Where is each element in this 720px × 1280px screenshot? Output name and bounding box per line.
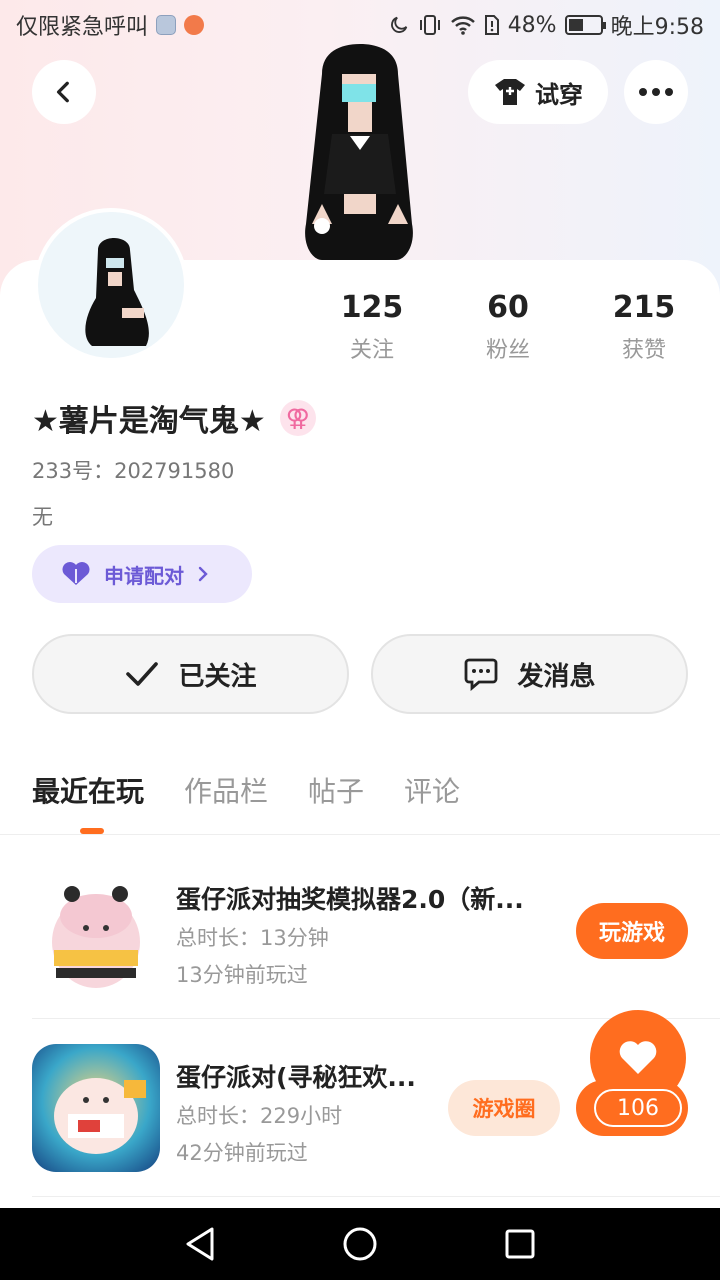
app-notification-icon (184, 15, 205, 35)
followed-label: 已关注 (178, 661, 257, 692)
user-id: 233号：202791580 (32, 455, 234, 485)
stat-likes-label: 获赞 (621, 338, 666, 363)
app-notification-icon (156, 15, 177, 35)
game-circle-button[interactable]: 游戏圈 (448, 1080, 560, 1136)
battery-percent: 48% (507, 12, 557, 38)
profile-tabs: 最近在玩 作品栏 帖子 评论 (32, 770, 460, 810)
triangle-back-icon (186, 1227, 214, 1261)
tshirt-icon (495, 79, 525, 105)
game-icon (32, 1044, 160, 1172)
stat-following[interactable]: 125 关注 (312, 290, 432, 364)
play-game-button[interactable]: 玩游戏 (576, 903, 688, 959)
game-duration: 总时长：229小时 (176, 1104, 343, 1128)
vibrate-icon (419, 15, 440, 35)
square-recents-icon (505, 1229, 535, 1259)
gender-icon: ⚢ (279, 400, 316, 436)
carrier-text: 仅限紧急呼叫 (16, 15, 149, 40)
apply-match-button[interactable]: 申请配对 (32, 545, 252, 603)
egg-character-bee-image (32, 872, 160, 1000)
game-title: 蛋仔派对抽奖模拟器2.0（新... (176, 885, 524, 914)
like-count: 106 (594, 1089, 682, 1127)
stat-followers-label: 粉丝 (485, 338, 530, 363)
stat-followers[interactable]: 60 粉丝 (448, 290, 568, 364)
user-bio: 无 (32, 505, 53, 529)
stat-following-value: 125 (340, 290, 404, 325)
battery-fill (568, 19, 583, 31)
try-on-label: 试穿 (535, 80, 583, 109)
wifi-icon (450, 16, 475, 35)
more-button[interactable] (624, 60, 688, 124)
username-row: ★薯片是淘气鬼★ ⚢ (32, 396, 316, 440)
stats-row: 125 关注 60 粉丝 215 获赞 (0, 290, 720, 370)
back-button[interactable] (32, 60, 96, 124)
checkmark-icon (126, 662, 159, 686)
sim-icon (484, 15, 499, 35)
user-id-label: 233号： (32, 459, 115, 483)
nav-back-button[interactable] (180, 1224, 220, 1264)
system-navigation-bar (0, 1208, 720, 1280)
stat-following-label: 关注 (349, 338, 394, 363)
stat-likes[interactable]: 215 获赞 (584, 290, 704, 364)
try-on-button[interactable]: 试穿 (468, 60, 608, 124)
circle-home-icon (343, 1227, 377, 1261)
game-last-played: 42分钟前玩过 (176, 1141, 308, 1165)
status-bar: 仅限紧急呼叫 48% 晚上9:58 (0, 0, 720, 50)
nav-home-button[interactable] (340, 1224, 380, 1264)
game-title: 蛋仔派对(寻秘狂欢... (176, 1063, 416, 1092)
egg-character-party-image (32, 1044, 160, 1172)
moon-icon (390, 16, 407, 33)
tab-posts[interactable]: 帖子 (308, 770, 364, 810)
nav-recents-button[interactable] (500, 1224, 540, 1264)
heart-icon (619, 1041, 657, 1074)
stat-likes-value: 215 (612, 290, 676, 325)
followed-button[interactable]: 已关注 (32, 634, 349, 714)
clock: 晚上9:58 (610, 15, 704, 40)
battery-icon (564, 15, 606, 35)
username: ★薯片是淘气鬼★ (32, 404, 266, 439)
character-3d-avatar (305, 44, 413, 260)
tab-comments[interactable]: 评论 (404, 770, 460, 810)
tab-recently-played[interactable]: 最近在玩 (32, 770, 144, 810)
game-last-played: 13分钟前玩过 (176, 963, 308, 987)
send-message-label: 发消息 (517, 661, 596, 692)
more-dots-icon (639, 88, 673, 96)
tab-divider (0, 834, 720, 835)
stat-followers-value: 60 (487, 290, 529, 325)
apply-match-label: 申请配对 (104, 563, 184, 588)
heart-icon (62, 562, 90, 585)
tab-works[interactable]: 作品栏 (184, 770, 268, 810)
chevron-left-icon (56, 81, 69, 103)
chat-bubble-icon (465, 658, 498, 691)
row-divider (32, 1196, 720, 1197)
game-icon (32, 872, 160, 1000)
send-message-button[interactable]: 发消息 (371, 634, 688, 714)
user-id-value: 202791580 (114, 459, 235, 483)
game-duration: 总时长：13分钟 (176, 926, 329, 950)
chevron-right-icon (198, 566, 208, 582)
